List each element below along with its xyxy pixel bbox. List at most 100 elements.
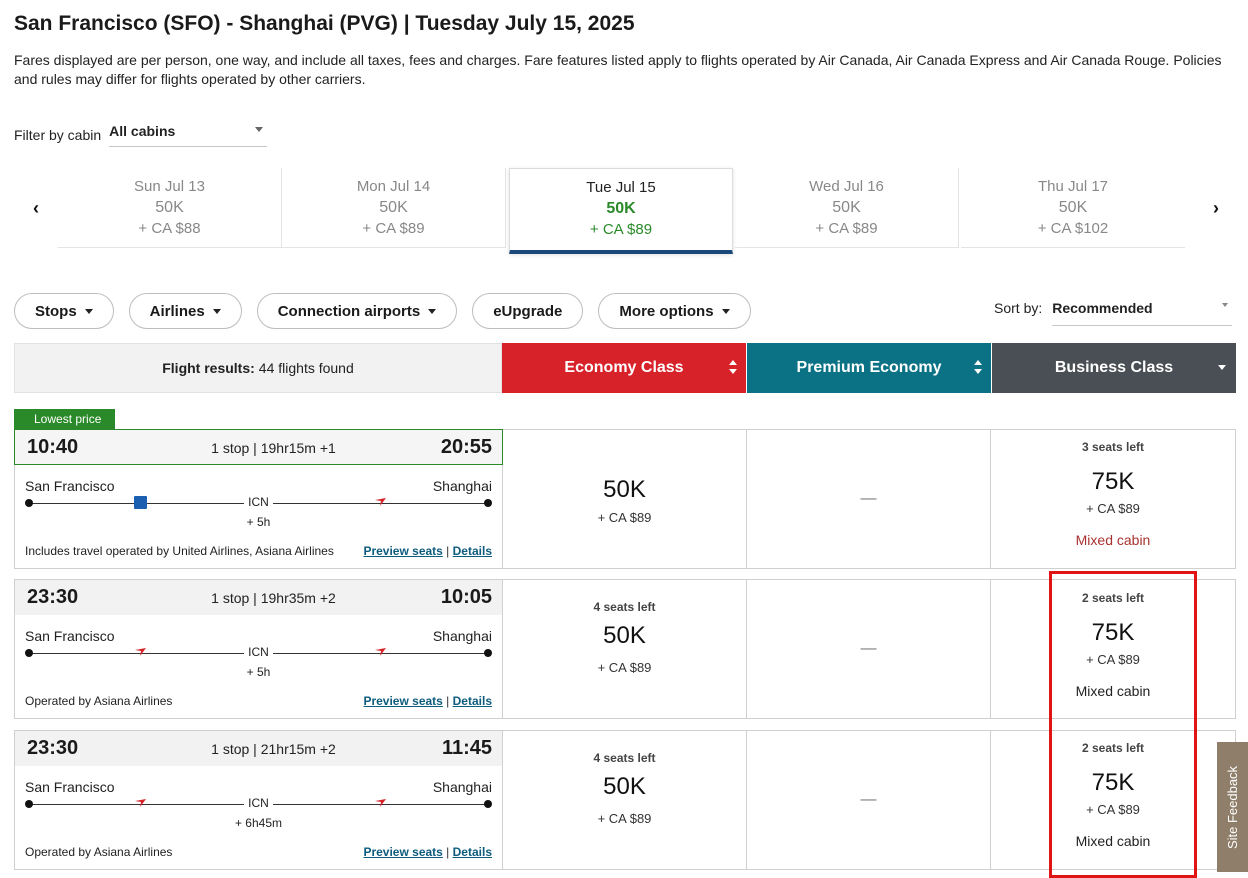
hub-code: ICN: [244, 495, 273, 509]
premium-economy-label: Premium Economy: [796, 359, 942, 376]
connection-hub: ICN: [29, 495, 488, 509]
seats-left: 2 seats left: [1081, 591, 1145, 605]
layover-duration: + 5h: [246, 515, 271, 529]
operated-by: Operated by Asiana Airlines: [25, 694, 173, 708]
sort-icon: [974, 360, 982, 376]
fare-cash: + CA $89: [597, 510, 652, 525]
date-label: Sun Jul 13: [134, 178, 205, 195]
seats-left: 4 seats left: [593, 600, 656, 614]
fare-cash: + CA $89: [1086, 501, 1140, 516]
date-cash: + CA $89: [589, 221, 653, 238]
caret-down-icon: [721, 308, 730, 314]
destination-dot: [484, 800, 492, 808]
flight-links: Preview seats | Details: [363, 694, 492, 708]
cabin-filter: Filter by cabin All cabins: [14, 123, 268, 147]
date-tab-mon-jul-14[interactable]: Mon Jul 14 50K + CA $89: [282, 168, 506, 248]
cabin-filter-value: All cabins: [109, 123, 176, 139]
connection-hub: ICN: [29, 645, 488, 659]
eupgrade-filter-button[interactable]: eUpgrade: [472, 293, 584, 329]
sort-label: Sort by:: [994, 300, 1043, 316]
economy-fare-cell[interactable]: 50K + CA $89: [503, 430, 747, 568]
date-cash: + CA $102: [1037, 220, 1109, 237]
airlines-filter-label: Airlines: [149, 302, 205, 320]
flight-row: 10:40 1 stop | 19hr15m +1 20:55 San Fran…: [14, 429, 1236, 569]
fare-cash: + CA $89: [597, 811, 652, 826]
destination-dot: [484, 499, 492, 507]
details-link[interactable]: Details: [453, 544, 492, 558]
layover-duration: + 6h45m: [234, 816, 283, 830]
eupgrade-filter-label: eUpgrade: [493, 302, 563, 320]
more-options-button[interactable]: More options: [598, 293, 751, 329]
connection-filter-label: Connection airports: [277, 302, 421, 320]
caret-down-icon: [84, 308, 93, 314]
date-cash: + CA $88: [138, 220, 201, 237]
date-label: Mon Jul 14: [356, 178, 431, 195]
mixed-cabin-note: Mixed cabin: [1075, 833, 1151, 849]
operated-by: Includes travel operated by United Airli…: [25, 544, 334, 558]
preview-seats-link[interactable]: Preview seats: [363, 845, 442, 859]
hub-code: ICN: [244, 796, 273, 810]
page-title: San Francisco (SFO) - Shanghai (PVG) | T…: [14, 12, 635, 35]
preview-seats-link[interactable]: Preview seats: [363, 694, 442, 708]
chevron-right-icon[interactable]: ›: [1202, 194, 1230, 222]
seats-left: 2 seats left: [1081, 741, 1145, 755]
hub-code: ICN: [244, 645, 273, 659]
route-cities: San Francisco Shanghai: [25, 628, 492, 644]
flight-row: 23:30 1 stop | 19hr35m +2 10:05 San Fran…: [14, 579, 1236, 719]
chevron-down-icon: [255, 127, 264, 132]
chevron-left-icon[interactable]: ‹: [22, 194, 50, 222]
fare-cash: + CA $89: [597, 660, 652, 675]
business-class-header[interactable]: Business Class: [992, 343, 1236, 393]
origin-city: San Francisco: [25, 628, 115, 644]
fare-unavailable: —: [860, 640, 877, 657]
connection-airports-filter-button[interactable]: Connection airports: [256, 293, 458, 329]
date-tab-thu-jul-17[interactable]: Thu Jul 17 50K + CA $102: [961, 168, 1185, 248]
stops-filter-button[interactable]: Stops: [14, 293, 114, 329]
site-feedback-label: Site Feedback: [1225, 765, 1241, 849]
preview-seats-link[interactable]: Preview seats: [363, 544, 442, 558]
business-class-label: Business Class: [1054, 359, 1174, 376]
results-summary: Flight results: 44 flights found: [14, 343, 502, 393]
date-tab-tue-jul-15[interactable]: Tue Jul 15 50K + CA $89: [509, 168, 733, 254]
premium-economy-header[interactable]: Premium Economy: [747, 343, 991, 393]
asiana-airlines-logo-icon: [373, 796, 387, 810]
sort-icon: [729, 360, 737, 376]
economy-fare-cell[interactable]: 4 seats left 50K + CA $89: [503, 731, 747, 869]
route-cities: San Francisco Shanghai: [25, 478, 492, 494]
destination-dot: [484, 649, 492, 657]
operated-by: Operated by Asiana Airlines: [25, 845, 173, 859]
destination-city: Shanghai: [432, 779, 492, 795]
flight-row: 23:30 1 stop | 21hr15m +2 11:45 San Fran…: [14, 730, 1236, 870]
details-link[interactable]: Details: [453, 845, 492, 859]
details-link[interactable]: Details: [453, 694, 492, 708]
site-feedback-tab[interactable]: Site Feedback: [1217, 742, 1248, 872]
business-fare-cell[interactable]: 2 seats left 75K + CA $89 Mixed cabin: [991, 580, 1235, 718]
date-label: Wed Jul 16: [809, 178, 884, 195]
date-tab-wed-jul-16[interactable]: Wed Jul 16 50K + CA $89: [735, 168, 959, 248]
flight-summary: 1 stop | 19hr15m +1: [211, 440, 336, 456]
stops-filter-label: Stops: [35, 302, 77, 320]
results-label: Flight results:: [162, 360, 255, 376]
arrival-time: 11:45: [441, 737, 492, 759]
flight-info: 23:30 1 stop | 19hr35m +2 10:05 San Fran…: [15, 580, 503, 718]
mixed-cabin-note: Mixed cabin: [1075, 532, 1151, 548]
results-table-header: Flight results: 44 flights found Economy…: [14, 343, 1236, 393]
seats-left: 4 seats left: [593, 751, 656, 765]
flight-info: 10:40 1 stop | 19hr15m +1 20:55 San Fran…: [14, 429, 503, 568]
route-cities: San Francisco Shanghai: [25, 779, 492, 795]
flight-info: 23:30 1 stop | 21hr15m +2 11:45 San Fran…: [15, 731, 503, 869]
date-tab-sun-jul-13[interactable]: Sun Jul 13 50K + CA $88: [58, 168, 282, 248]
premium-fare-cell: —: [747, 731, 991, 869]
date-points: 50K: [379, 199, 408, 216]
caret-down-icon: [1218, 365, 1226, 370]
sort-value: Recommended: [1052, 300, 1153, 316]
sort-select[interactable]: Recommended: [1052, 300, 1233, 326]
cabin-filter-label: Filter by cabin: [14, 127, 102, 143]
business-fare-cell[interactable]: 2 seats left 75K + CA $89 Mixed cabin: [991, 731, 1235, 869]
business-fare-cell[interactable]: 3 seats left 75K + CA $89 Mixed cabin: [991, 430, 1235, 568]
cabin-filter-select[interactable]: All cabins: [109, 123, 268, 147]
economy-class-header[interactable]: Economy Class: [502, 343, 746, 393]
results-count: 44 flights found: [258, 360, 354, 376]
airlines-filter-button[interactable]: Airlines: [128, 293, 242, 329]
economy-fare-cell[interactable]: 4 seats left 50K + CA $89: [503, 580, 747, 718]
